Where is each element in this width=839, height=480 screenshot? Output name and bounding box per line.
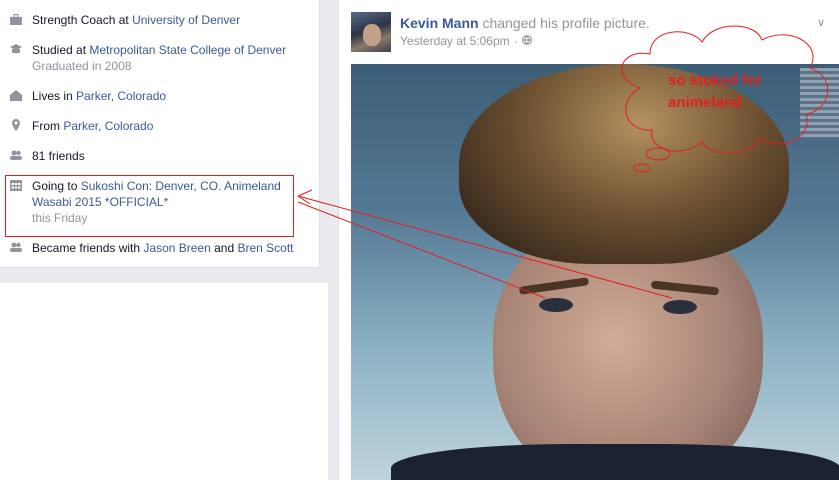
photo-eye-right	[663, 300, 697, 314]
left-column-card	[0, 283, 328, 480]
from-prefix: From	[32, 119, 64, 133]
became-mid: and	[210, 241, 238, 255]
author-avatar[interactable]	[351, 12, 391, 52]
author-name[interactable]: Kevin Mann	[400, 15, 479, 31]
friends-icon	[10, 241, 22, 253]
work-prefix: Strength Coach at	[32, 13, 133, 27]
highlight-box	[5, 175, 294, 237]
lives-prefix: Lives in	[32, 89, 77, 103]
education-sub: Graduated in 2008	[32, 59, 132, 73]
cloud-text: so stoked for animeland	[668, 72, 763, 111]
friend-link-bren[interactable]: Bren Scott	[237, 241, 293, 255]
friends-icon	[10, 149, 22, 161]
intro-work: Strength Coach at University of Denver	[10, 12, 302, 28]
intro-friends: 81 friends	[10, 148, 302, 164]
meta-separator: ·	[513, 34, 518, 48]
photo-eye-left	[539, 298, 573, 312]
intro-from: From Parker, Colorado	[10, 118, 302, 134]
lives-link[interactable]: Parker, Colorado	[76, 89, 166, 103]
graduation-cap-icon	[10, 43, 22, 55]
became-prefix: Became friends with	[32, 241, 144, 255]
globe-icon[interactable]	[521, 34, 532, 48]
post-meta: Yesterday at 5:06pm ·	[400, 34, 532, 48]
education-link[interactable]: Metropolitan State College of Denver	[89, 43, 286, 57]
education-prefix: Studied at	[32, 43, 90, 57]
friend-link-jason[interactable]: Jason Breen	[143, 241, 210, 255]
home-icon	[10, 89, 22, 101]
location-pin-icon	[10, 119, 22, 131]
from-link[interactable]: Parker, Colorado	[63, 119, 153, 133]
post-timestamp[interactable]: Yesterday at 5:06pm	[400, 34, 510, 48]
intro-education: Studied at Metropolitan State College of…	[10, 42, 302, 74]
friends-count[interactable]: 81 friends	[32, 148, 302, 164]
intro-became-friends: Became friends with Jason Breen and Bren…	[10, 240, 302, 256]
briefcase-icon	[10, 13, 22, 25]
intro-lives: Lives in Parker, Colorado	[10, 88, 302, 104]
work-link[interactable]: University of Denver	[132, 13, 240, 27]
photo-shirt	[391, 444, 839, 480]
